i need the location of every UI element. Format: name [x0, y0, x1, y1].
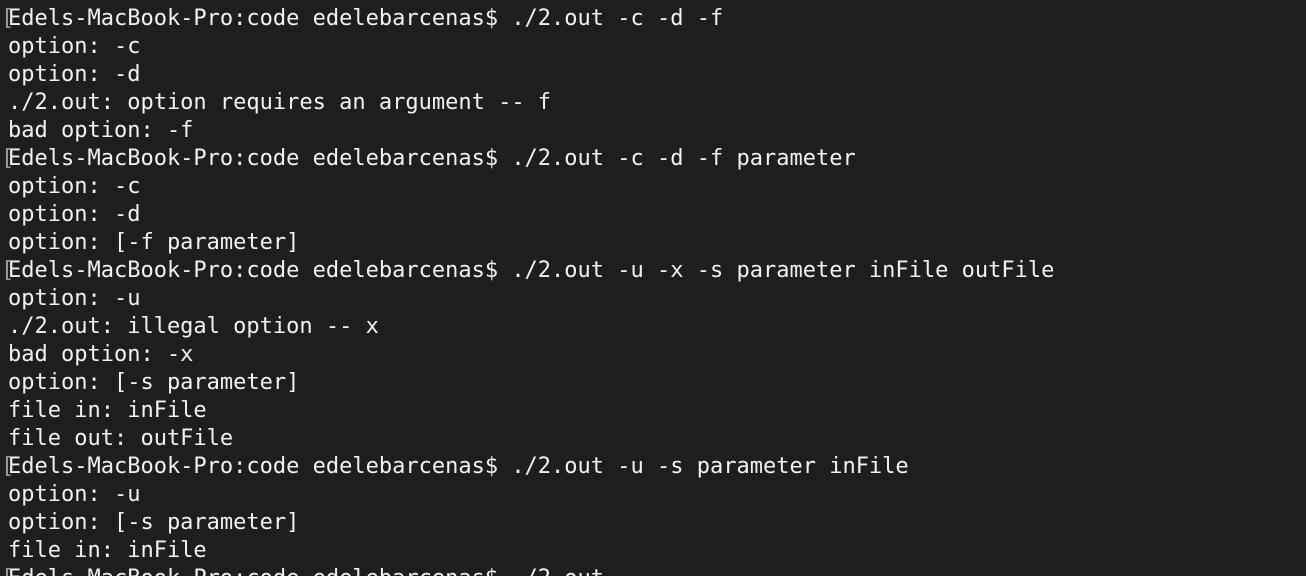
- terminal-line-text: option: -d: [8, 62, 141, 87]
- terminal-line-text: option: -c: [8, 174, 141, 199]
- terminal-line-text: option: [-s parameter]: [8, 370, 300, 395]
- terminal-line-text: Edels-MacBook-Pro:code edelebarcenas$ ./…: [8, 146, 856, 171]
- terminal-line-text: file in: inFile: [8, 398, 207, 423]
- terminal-line: option: -c: [0, 33, 1306, 61]
- terminal-line-text: option: -u: [8, 482, 141, 507]
- terminal-line: option: -c: [0, 173, 1306, 201]
- terminal-line-prompt: [Edels-MacBook-Pro:code edelebarcenas$ .…: [0, 453, 1306, 481]
- terminal-line-text: file out: outFile: [8, 426, 234, 451]
- terminal-line-prompt: [Edels-MacBook-Pro:code edelebarcenas$ .…: [0, 565, 1306, 576]
- terminal-line: option: -u: [0, 481, 1306, 509]
- terminal-line: file in: inFile: [0, 537, 1306, 565]
- terminal-line-text: option: [-s parameter]: [8, 510, 300, 535]
- terminal-line-text: Edels-MacBook-Pro:code edelebarcenas$ ./…: [8, 258, 1055, 283]
- terminal-line: bad option: -f: [0, 117, 1306, 145]
- prompt-bracket-mark: [: [1, 565, 14, 576]
- terminal-output: [Edels-MacBook-Pro:code edelebarcenas$ .…: [0, 5, 1306, 576]
- prompt-bracket-mark: [: [1, 146, 15, 171]
- terminal-line: option: [-f parameter]: [0, 229, 1306, 257]
- terminal-line: option: -d: [0, 61, 1306, 89]
- terminal-line-text: Edels-MacBook-Pro:code edelebarcenas$ ./…: [8, 454, 909, 479]
- terminal-line-text: option: [-f parameter]: [8, 230, 300, 255]
- terminal-line-text: option: -u: [8, 286, 141, 311]
- terminal-line: option: [-s parameter]: [0, 509, 1306, 537]
- terminal-line-text: file in: inFile: [8, 538, 207, 563]
- terminal-window[interactable]: [Edels-MacBook-Pro:code edelebarcenas$ .…: [0, 0, 1306, 576]
- terminal-line-prompt: [Edels-MacBook-Pro:code edelebarcenas$ .…: [0, 145, 1306, 173]
- terminal-line: ./2.out: option requires an argument -- …: [0, 89, 1306, 117]
- terminal-line: file out: outFile: [0, 425, 1306, 453]
- terminal-line-text: bad option: -x: [8, 342, 194, 367]
- terminal-line: option: -u: [0, 285, 1306, 313]
- terminal-line: ./2.out: illegal option -- x: [0, 313, 1306, 341]
- terminal-line-text: Edels-MacBook-Pro:code edelebarcenas$ ./…: [8, 566, 604, 576]
- terminal-line: file in: inFile: [0, 397, 1306, 425]
- prompt-bracket-mark: [: [1, 454, 15, 479]
- terminal-line-text: ./2.out: option requires an argument -- …: [8, 90, 552, 115]
- prompt-bracket-mark: [: [1, 6, 15, 31]
- terminal-line-prompt: [Edels-MacBook-Pro:code edelebarcenas$ .…: [0, 257, 1306, 285]
- terminal-line: bad option: -x: [0, 341, 1306, 369]
- terminal-line-prompt: [Edels-MacBook-Pro:code edelebarcenas$ .…: [0, 5, 1306, 33]
- terminal-line-text: bad option: -f: [8, 118, 194, 143]
- terminal-line-text: option: -c: [8, 34, 141, 59]
- terminal-line-text: option: -d: [8, 202, 141, 227]
- terminal-line: option: -d: [0, 201, 1306, 229]
- terminal-line-text: ./2.out: illegal option -- x: [8, 314, 379, 339]
- terminal-line-text: Edels-MacBook-Pro:code edelebarcenas$ ./…: [8, 6, 724, 31]
- prompt-bracket-mark: [: [1, 258, 15, 283]
- terminal-line: option: [-s parameter]: [0, 369, 1306, 397]
